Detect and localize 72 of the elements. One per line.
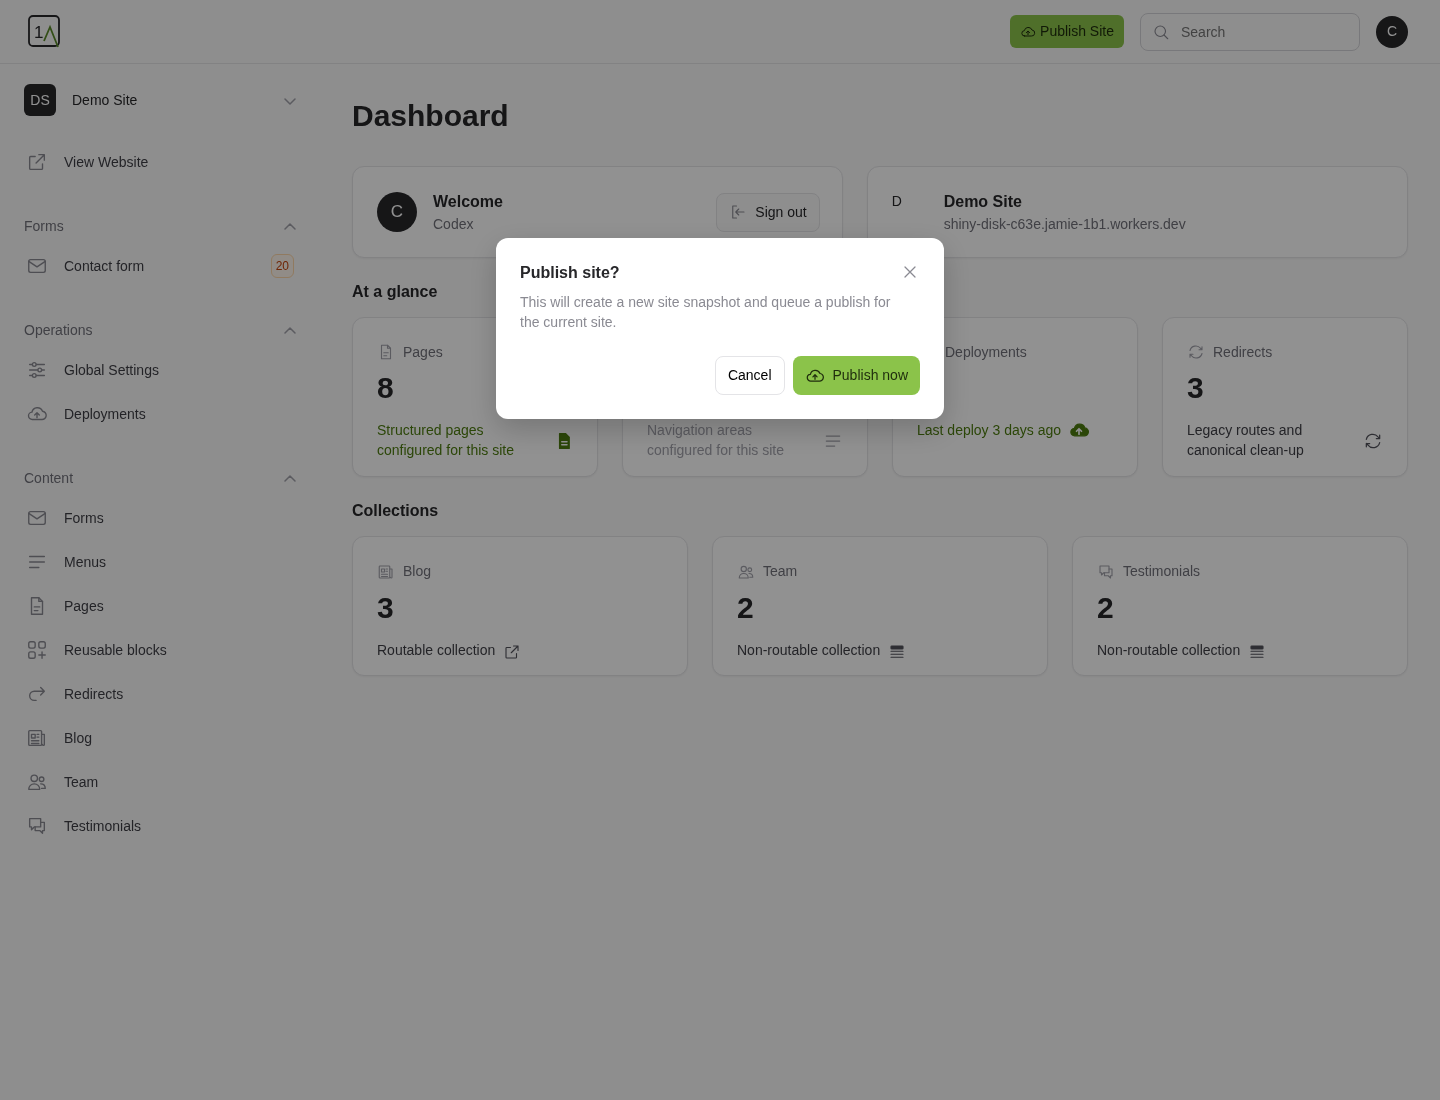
sidebar-item[interactable]: Reusable blocks — [24, 628, 296, 672]
users-icon — [26, 771, 48, 793]
dialog-title: Publish site? — [520, 263, 620, 283]
stat-description: Structured pages configured for this site — [377, 421, 515, 461]
sidebar-item[interactable]: Forms — [24, 496, 296, 540]
database-icon — [1248, 642, 1267, 661]
user-avatar[interactable]: C — [1376, 15, 1408, 48]
stat-label: Deployments — [945, 342, 1027, 362]
section-heading: Collections — [352, 501, 439, 521]
stat-description: Legacy routes and canonical clean-up — [1187, 421, 1305, 461]
collection-description: Routable collection — [377, 641, 496, 661]
welcome-title: Welcome — [433, 191, 503, 212]
collection-count: 2 — [1097, 591, 1114, 625]
sidebar-item[interactable]: Pages — [24, 584, 296, 628]
section-heading: Operations — [24, 320, 93, 340]
chevron-up-icon — [284, 222, 296, 231]
dialog-message: This will create a new site snapshot and queue a publish for the current site. — [520, 293, 892, 332]
sidebar-item[interactable]: Blog — [24, 716, 296, 760]
site-avatar: DS — [24, 84, 56, 116]
collection-description: Non-routable collection — [737, 641, 881, 661]
chevron-down-icon — [284, 96, 296, 105]
stat-description: Last deploy 3 days ago — [917, 421, 1061, 441]
site-name[interactable]: Demo Site — [72, 89, 138, 111]
site-initial: D — [891, 191, 903, 211]
newspaper-icon — [26, 727, 48, 749]
user-name: Codex — [433, 214, 475, 234]
collection-label: Blog — [403, 562, 432, 582]
user-avatar: C — [377, 192, 417, 232]
chat-bubbles-icon — [1097, 562, 1115, 581]
refresh-icon — [1187, 343, 1205, 362]
external-link-icon — [26, 151, 48, 173]
collection-description: Non-routable collection — [1097, 641, 1241, 661]
page-title: Dashboard — [352, 98, 510, 134]
search-field[interactable]: Search — [1140, 12, 1360, 51]
sidebar-item[interactable]: Team — [24, 760, 296, 804]
sidebar-item[interactable]: Deployments — [24, 392, 296, 436]
collection-label: Team — [763, 562, 798, 582]
chat-bubbles-icon — [26, 815, 48, 837]
sidebar-item[interactable]: Menus — [24, 540, 296, 584]
collection-card[interactable]: Team 2 Non-routable collection — [712, 536, 1048, 677]
external-link-icon — [503, 642, 522, 661]
collection-label: Testimonials — [1123, 562, 1201, 582]
newspaper-icon — [377, 562, 395, 581]
stat-value: 3 — [1187, 371, 1204, 405]
collection-count: 2 — [737, 591, 754, 625]
stat-label: Redirects — [1213, 342, 1273, 362]
collection-card[interactable]: Blog 3 Routable collection — [352, 536, 688, 677]
count-badge: 20 — [270, 254, 294, 278]
stat-value: 8 — [377, 371, 394, 405]
collection-count: 3 — [377, 591, 394, 625]
sliders-icon — [26, 359, 48, 381]
publish-site-button[interactable]: Publish Site — [1010, 15, 1124, 48]
chevron-up-icon — [284, 474, 296, 483]
sidebar-item[interactable]: Contact form 20 — [24, 244, 296, 288]
chevron-up-icon — [284, 326, 296, 335]
section-heading: At a glance — [352, 282, 438, 302]
sidebar-item[interactable]: Testimonials — [24, 804, 296, 848]
publish-now-button[interactable]: Publish now — [792, 356, 920, 395]
section-heading: Content — [24, 468, 74, 488]
logo[interactable]: 1 — [28, 14, 62, 49]
stat-label: Pages — [403, 342, 443, 362]
section-heading: Forms — [24, 216, 64, 236]
site-name: Demo Site — [943, 191, 1023, 212]
view-website-link[interactable]: View Website — [24, 140, 296, 184]
sign-out-button[interactable]: Sign out — [716, 192, 820, 232]
collection-card[interactable]: Testimonials 2 Non-routable collection — [1072, 536, 1408, 677]
blocks-icon — [26, 639, 48, 661]
cancel-button[interactable]: Cancel — [714, 356, 785, 395]
site-url: shiny-disk-c63e.jamie-1b1.workers.dev — [943, 214, 1186, 234]
database-icon — [888, 642, 907, 661]
sidebar-item[interactable]: Redirects — [24, 672, 296, 716]
sidebar-item[interactable]: Global Settings — [24, 348, 296, 392]
